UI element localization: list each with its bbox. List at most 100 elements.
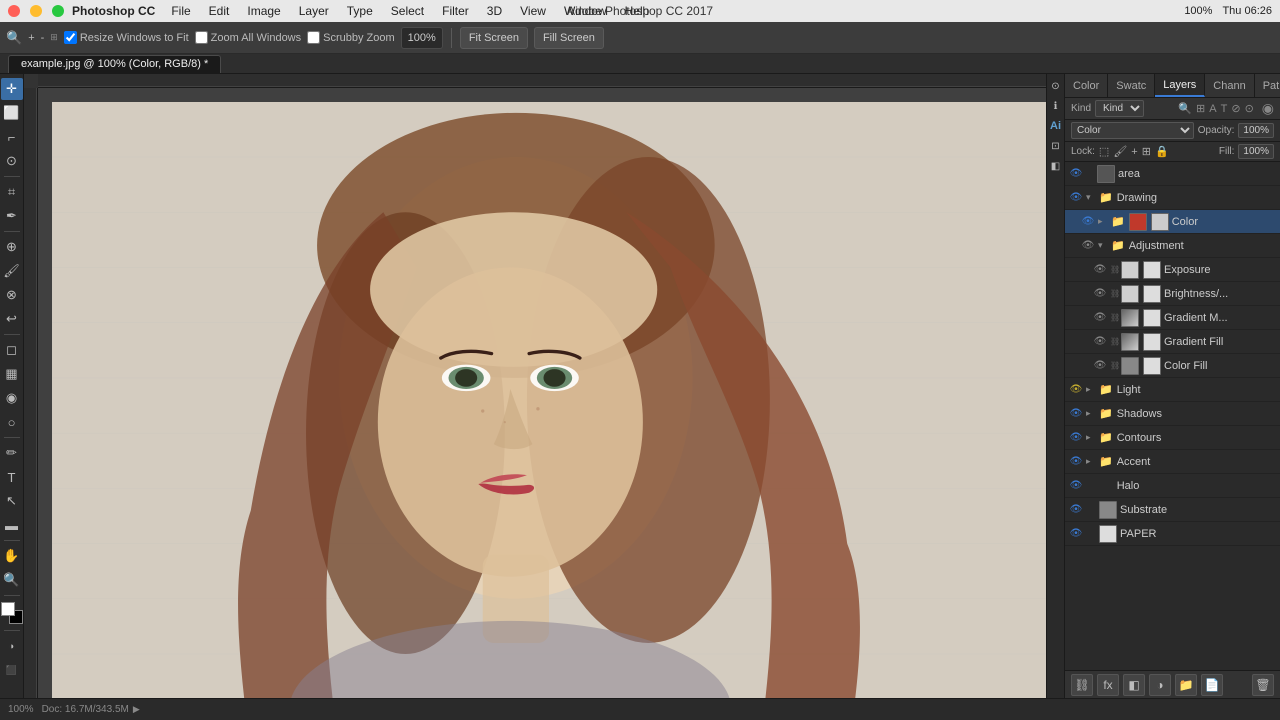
layer-item[interactable]: 👁 ▾ 📁 Drawing (1065, 186, 1280, 210)
lock-all-icon[interactable]: 🔒 (1155, 145, 1169, 158)
layer-item[interactable]: 👁 ⛓ Exposure (1065, 258, 1280, 282)
smart-filter-icon[interactable]: ⊙ (1245, 102, 1254, 115)
blend-mode-select[interactable]: Color (1071, 122, 1194, 139)
scrubby-zoom-checkbox[interactable] (307, 31, 320, 44)
path-select-tool[interactable]: ↖ (1, 490, 23, 512)
quick-select-tool[interactable]: ⊙ (1, 150, 23, 172)
add-style-button[interactable]: fx (1097, 674, 1119, 696)
menu-layer[interactable]: Layer (291, 2, 337, 20)
opacity-value[interactable]: 100% (1238, 123, 1274, 138)
delete-layer-button[interactable]: 🗑 (1252, 674, 1274, 696)
brushes-icon[interactable]: ⊡ (1048, 138, 1064, 154)
layer-item[interactable]: 👁 area (1065, 162, 1280, 186)
visibility-toggle[interactable]: 👁 (1081, 239, 1095, 253)
eraser-tool[interactable]: ◻ (1, 339, 23, 361)
tab-swatches[interactable]: Swatc (1108, 74, 1155, 97)
zoom-in-icon[interactable]: + (28, 32, 34, 44)
menu-image[interactable]: Image (239, 2, 288, 20)
menu-file[interactable]: File (163, 2, 198, 20)
dodge-tool[interactable]: ○ (1, 411, 23, 433)
zoom-all-checkbox[interactable] (195, 31, 208, 44)
tab-color[interactable]: Color (1065, 74, 1108, 97)
move-tool[interactable]: ✛ (1, 78, 23, 100)
menu-3d[interactable]: 3D (479, 2, 510, 20)
lock-position-icon[interactable]: + (1131, 146, 1137, 158)
menu-select[interactable]: Select (383, 2, 432, 20)
layer-item[interactable]: 👁 ⛓ Color Fill (1065, 354, 1280, 378)
fit-screen-button[interactable]: Fit Screen (460, 27, 528, 49)
type-tool[interactable]: T (1, 466, 23, 488)
visibility-toggle[interactable]: 👁 (1069, 167, 1083, 181)
filter-toggle[interactable]: ◉ (1262, 100, 1274, 117)
visibility-toggle[interactable]: 👁 (1069, 503, 1083, 517)
lock-image-icon[interactable]: 🖌 (1113, 145, 1127, 158)
minimize-button[interactable] (30, 5, 42, 17)
blur-tool[interactable]: ◉ (1, 387, 23, 409)
visibility-toggle[interactable]: 👁 (1093, 263, 1107, 277)
zoom-out-icon[interactable]: - (41, 32, 45, 44)
history-icon[interactable]: ⊙ (1048, 78, 1064, 94)
visibility-toggle[interactable]: 👁 (1069, 191, 1083, 205)
visibility-toggle[interactable]: 👁 (1093, 359, 1107, 373)
screen-mode-btn[interactable]: ⬛ (1, 659, 23, 681)
new-group-button[interactable]: 📁 (1175, 674, 1197, 696)
rectangle-tool[interactable]: ▬ (1, 514, 23, 536)
visibility-toggle[interactable]: 👁 (1081, 215, 1095, 229)
layer-item[interactable]: 👁 ▸ 📁 Color (1065, 210, 1280, 234)
color-swatches[interactable] (1, 602, 23, 624)
gradient-tool[interactable]: ▦ (1, 363, 23, 385)
lasso-tool[interactable]: ⌐ (1, 126, 23, 148)
layer-item[interactable]: 👁 PAPER (1065, 522, 1280, 546)
adjustments-icon[interactable]: ◧ (1048, 158, 1064, 174)
fill-value[interactable]: 100% (1238, 144, 1274, 159)
visibility-toggle[interactable]: 👁 (1093, 311, 1107, 325)
layer-item[interactable]: 👁 ▾ 📁 Adjustment (1065, 234, 1280, 258)
new-group-icon[interactable]: ⊞ (1196, 102, 1205, 115)
group-arrow-icon[interactable]: ▸ (1086, 384, 1096, 395)
history-brush-tool[interactable]: ↩ (1, 308, 23, 330)
eyedropper-tool[interactable]: ✒ (1, 205, 23, 227)
link-layers-button[interactable]: ⛓ (1071, 674, 1093, 696)
menu-filter[interactable]: Filter (434, 2, 477, 20)
text-icon[interactable]: T (1221, 103, 1228, 115)
layer-kind-select[interactable]: Kind (1095, 100, 1144, 117)
visibility-toggle[interactable]: 👁 (1069, 383, 1083, 397)
layer-item[interactable]: 👁 Substrate (1065, 498, 1280, 522)
pen-tool[interactable]: ✏ (1, 442, 23, 464)
document-tab[interactable]: example.jpg @ 100% (Color, RGB/8) * (8, 55, 221, 73)
menu-type[interactable]: Type (339, 2, 381, 20)
group-arrow-icon[interactable]: ▾ (1086, 192, 1096, 203)
visibility-toggle[interactable]: 👁 (1069, 455, 1083, 469)
adjustment-filter-icon[interactable]: ⊘ (1231, 102, 1240, 115)
maximize-button[interactable] (52, 5, 64, 17)
visibility-toggle[interactable]: 👁 (1069, 527, 1083, 541)
add-layer-icon[interactable]: A (1209, 103, 1216, 115)
ai-panel-btn[interactable]: Ai (1048, 118, 1064, 134)
quick-mask-btn[interactable]: ◑ (1, 635, 23, 657)
crop-tool[interactable]: ⌗ (1, 181, 23, 203)
fill-screen-button[interactable]: Fill Screen (534, 27, 604, 49)
layer-item[interactable]: 👁 ⛓ Gradient M... (1065, 306, 1280, 330)
spot-healing-tool[interactable]: ⊕ (1, 236, 23, 258)
menu-view[interactable]: View (512, 2, 554, 20)
group-arrow-icon[interactable]: ▾ (1098, 240, 1108, 251)
layer-item[interactable]: 👁 ▸ 📁 Contours (1065, 426, 1280, 450)
zoom-tool[interactable]: 🔍 (1, 569, 23, 591)
visibility-toggle[interactable]: 👁 (1069, 479, 1083, 493)
group-arrow-icon[interactable]: ▸ (1098, 216, 1108, 227)
lock-artboard-icon[interactable]: ⊞ (1142, 145, 1151, 158)
lock-transparent-icon[interactable]: ⬚ (1099, 145, 1109, 158)
arrow-icon[interactable]: ▶ (133, 704, 140, 715)
visibility-toggle[interactable]: 👁 (1069, 407, 1083, 421)
group-arrow-icon[interactable]: ▸ (1086, 456, 1096, 467)
layer-item[interactable]: 👁 ▸ 📁 Shadows (1065, 402, 1280, 426)
close-button[interactable] (8, 5, 20, 17)
visibility-toggle[interactable]: 👁 (1069, 431, 1083, 445)
layer-item[interactable]: 👁 ⛓ Gradient Fill (1065, 330, 1280, 354)
layer-item[interactable]: 👁 ⛓ Brightness/... (1065, 282, 1280, 306)
resize-windows-checkbox[interactable] (64, 31, 77, 44)
group-arrow-icon[interactable]: ▸ (1086, 408, 1096, 419)
rectangle-select-tool[interactable]: ⬜ (1, 102, 23, 124)
add-mask-button[interactable]: ◧ (1123, 674, 1145, 696)
add-adjustment-button[interactable]: ◑ (1149, 674, 1171, 696)
